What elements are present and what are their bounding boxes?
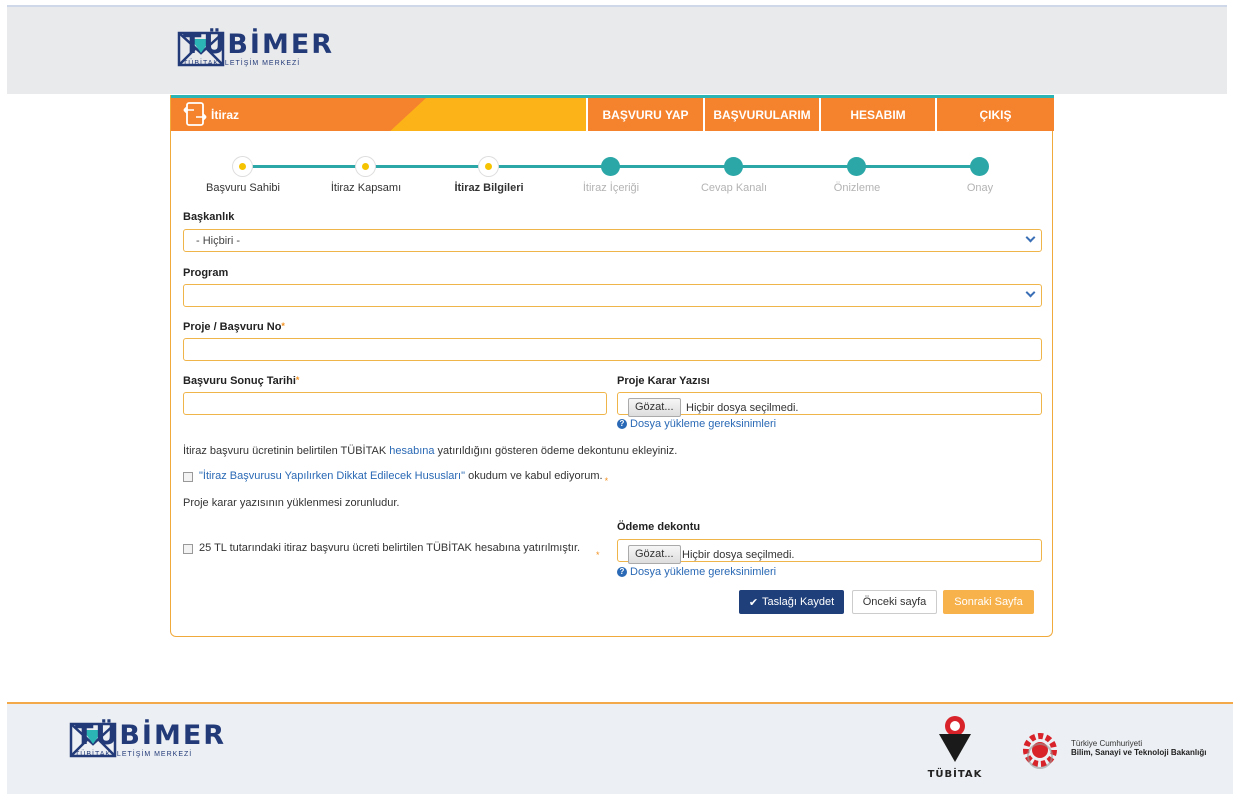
- sonuc-tarihi-label: Başvuru Sonuç Tarihi*: [183, 375, 300, 387]
- tubitak-emblem-icon: [939, 716, 971, 762]
- karar-yazisi-help-link[interactable]: ? Dosya yükleme gereksinimleri: [617, 418, 776, 430]
- step-dot-itiraz-bilgileri[interactable]: [479, 157, 498, 176]
- page-title-tab: İtiraz: [171, 98, 426, 131]
- ministry-line2: Bilim, Sanayi ve Teknoloji Bakanlığı: [1071, 748, 1207, 757]
- chevron-down-icon: [1025, 287, 1036, 298]
- dekont-browse-button[interactable]: Gözat...: [628, 545, 681, 564]
- step-label-itiraz-kapsami: İtiraz Kapsamı: [330, 182, 402, 194]
- karar-yazisi-file-input[interactable]: Gözat... Hiçbir dosya seçilmedi.: [617, 392, 1042, 417]
- dekont-label: Ödeme dekontu: [617, 521, 701, 533]
- step-label-itiraz-icerigi: İtiraz İçeriği: [582, 182, 640, 194]
- program-select[interactable]: [183, 284, 1042, 307]
- site-footer: TÜBİMER TÜBİTAK İLETİŞİM MERKEZİ TÜBİTAK…: [7, 702, 1233, 794]
- ministry-line1: Türkiye Cumhuriyeti: [1071, 739, 1143, 748]
- brand-subtitle: TÜBİTAK İLETİŞİM MERKEZİ: [183, 59, 301, 67]
- hususlar-text: "İtiraz Başvurusu Yapılırken Dikkat Edil…: [199, 470, 609, 486]
- save-draft-button[interactable]: ✔ Taslağı Kaydet: [739, 590, 844, 614]
- check-icon: ✔: [748, 596, 759, 609]
- dekont-help-link[interactable]: ? Dosya yükleme gereksinimleri: [617, 566, 776, 578]
- required-marker: *: [596, 550, 600, 560]
- step-dot-itiraz-icerigi: [601, 157, 620, 176]
- brand-name: TÜBİMER: [183, 28, 335, 60]
- karar-yazisi-browse-button[interactable]: Gözat...: [628, 398, 681, 417]
- nav-hesabim[interactable]: HESABIM: [819, 98, 935, 131]
- tubimer-logo[interactable]: TÜBİMER TÜBİTAK İLETİŞİM MERKEZİ: [177, 29, 332, 69]
- required-marker: *: [604, 476, 609, 486]
- required-marker: *: [295, 375, 300, 385]
- question-circle-icon: ?: [617, 419, 627, 429]
- site-header: TÜBİMER TÜBİTAK İLETİŞİM MERKEZİ: [7, 5, 1227, 94]
- karar-yazisi-file-status: Hiçbir dosya seçilmedi.: [686, 402, 799, 414]
- form-panel: İtiraz BAŞVURU YAP BAŞVURULARIM HESABIM …: [170, 95, 1054, 637]
- step-dot-cevap-kanali: [724, 157, 743, 176]
- program-label: Program: [183, 267, 229, 279]
- nav-basvurularim[interactable]: BAŞVURULARIM: [703, 98, 819, 131]
- step-dot-basvuru-sahibi[interactable]: [233, 157, 252, 176]
- step-label-onay: Onay: [966, 182, 994, 194]
- next-page-button[interactable]: Sonraki Sayfa: [943, 590, 1034, 614]
- step-label-cevap-kanali: Cevap Kanalı: [700, 182, 768, 194]
- step-dot-onay: [970, 157, 989, 176]
- tubitak-wordmark: TÜBİTAK: [927, 769, 983, 780]
- gear-emblem-icon: [1023, 733, 1057, 769]
- footer-tubimer-logo[interactable]: TÜBİMER TÜBİTAK İLETİŞİM MERKEZİ: [69, 720, 224, 760]
- hususlar-checkbox[interactable]: [183, 472, 193, 482]
- step-dot-itiraz-kapsami[interactable]: [356, 157, 375, 176]
- chevron-down-icon: [1025, 232, 1036, 243]
- step-label-onizleme: Önizleme: [833, 182, 881, 194]
- sonuc-tarihi-input[interactable]: [183, 392, 607, 415]
- required-marker: *: [281, 321, 285, 331]
- footer-brand-subtitle: TÜBİTAK İLETİŞİM MERKEZİ: [75, 750, 193, 758]
- karar-zorunlu-note: Proje karar yazısının yüklenmesi zorunlu…: [183, 497, 400, 509]
- step-label-itiraz-bilgileri: İtiraz Bilgileri: [454, 182, 524, 194]
- tubitak-logo[interactable]: TÜBİTAK: [925, 714, 985, 786]
- dekont-file-status: Hiçbir dosya seçilmedi.: [682, 549, 795, 561]
- ministry-logo[interactable]: Türkiye Cumhuriyeti Bilim, Sanayi ve Tek…: [1015, 726, 1206, 770]
- question-circle-icon: ?: [617, 567, 627, 577]
- footer-brand-name: TÜBİMER: [75, 719, 227, 751]
- document-icon: [183, 102, 207, 126]
- nav-cikis[interactable]: ÇIKIŞ: [935, 98, 1054, 131]
- hesap-link[interactable]: hesabına: [389, 445, 434, 457]
- previous-page-button[interactable]: Önceki sayfa: [852, 590, 937, 614]
- hususlar-link[interactable]: "İtiraz Başvurusu Yapılırken Dikkat Edil…: [199, 470, 465, 482]
- proje-no-label: Proje / Başvuru No*: [183, 321, 285, 333]
- dekont-file-input[interactable]: Gözat... Hiçbir dosya seçilmedi.: [617, 539, 1042, 564]
- baskanlik-value: - Hiçbiri -: [196, 235, 240, 247]
- baskanlik-label: Başkanlık: [183, 211, 235, 223]
- ucret-checkbox[interactable]: [183, 544, 193, 554]
- panel-topbar: İtiraz BAŞVURU YAP BAŞVURULARIM HESABIM …: [171, 95, 1054, 131]
- step-dot-onizleme: [847, 157, 866, 176]
- page-title: İtiraz: [211, 108, 240, 122]
- progress-stepper: Başvuru Sahibi İtiraz Kapsamı İtiraz Bil…: [171, 155, 1054, 195]
- ucret-text: 25 TL tutarındaki itiraz başvuru ücreti …: [199, 542, 581, 554]
- step-label-basvuru-sahibi: Başvuru Sahibi: [206, 182, 280, 194]
- baskanlik-select[interactable]: - Hiçbiri -: [183, 229, 1042, 252]
- dekont-note: İtiraz başvuru ücretinin belirtilen TÜBİ…: [183, 445, 678, 457]
- proje-no-input[interactable]: [183, 338, 1042, 361]
- karar-yazisi-label: Proje Karar Yazısı: [617, 375, 710, 387]
- nav-basvuru-yap[interactable]: BAŞVURU YAP: [586, 98, 703, 131]
